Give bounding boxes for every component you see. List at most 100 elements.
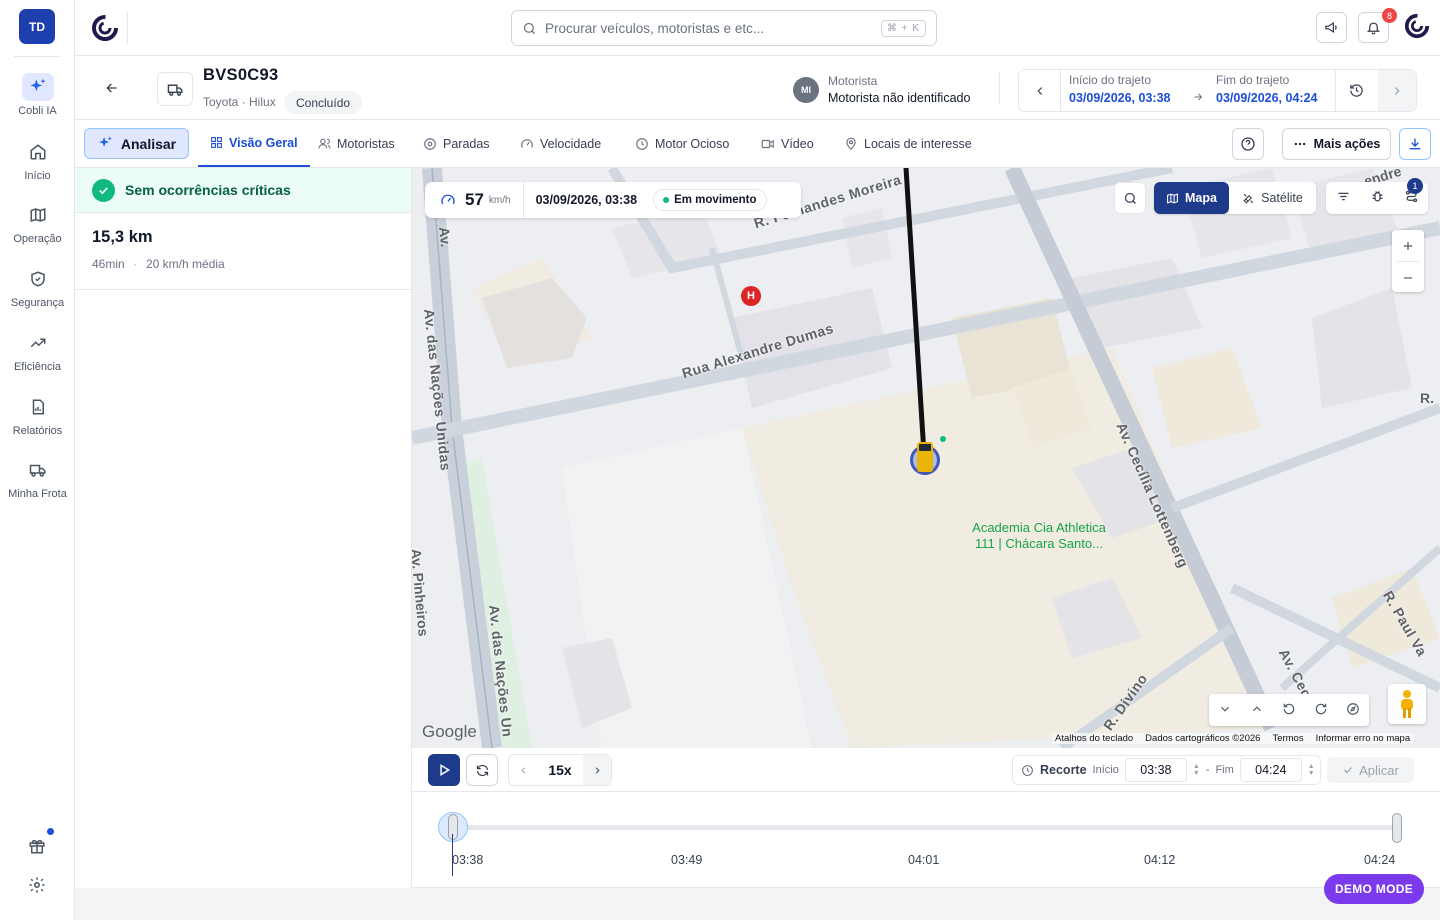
tab-visao-geral[interactable]: Visão Geral bbox=[198, 120, 310, 167]
sidebar-item-relatorios[interactable]: Relatórios bbox=[0, 393, 75, 445]
satellite-mode-label: Satélite bbox=[1261, 191, 1303, 205]
hospital-marker[interactable]: H bbox=[745, 288, 757, 304]
sparkles-icon bbox=[21, 73, 54, 101]
rotate-cw-icon bbox=[1314, 702, 1328, 716]
rotate-ccw-icon bbox=[1282, 702, 1296, 716]
rotate-right-button[interactable] bbox=[1314, 702, 1328, 719]
trip-range: Início do trajeto 03/09/2026, 03:38 Fim … bbox=[1018, 69, 1417, 112]
terms-link[interactable]: Termos bbox=[1272, 733, 1303, 744]
timeline[interactable]: 03:38 03:49 04:01 04:12 04:24 bbox=[412, 792, 1440, 888]
next-trip-button[interactable] bbox=[1378, 70, 1416, 111]
sidebar-item-minha-frota[interactable]: Minha Frota bbox=[0, 456, 75, 508]
chevron-left-icon bbox=[1033, 84, 1047, 98]
satellite-mode-button[interactable]: Satélite bbox=[1229, 182, 1316, 214]
tab-label: Locais de interesse bbox=[864, 136, 972, 151]
map-filter-button[interactable] bbox=[1336, 189, 1351, 207]
traffic-layer-button[interactable] bbox=[1370, 189, 1385, 207]
apply-button[interactable]: Aplicar bbox=[1327, 757, 1414, 783]
trip-end-value[interactable]: 03/09/2026, 04:24 bbox=[1216, 91, 1317, 105]
tab-motoristas[interactable]: Motoristas bbox=[306, 120, 407, 167]
clock-icon bbox=[635, 137, 649, 151]
avatar[interactable]: TD bbox=[19, 9, 55, 44]
camera-control bbox=[1209, 694, 1369, 726]
tab-paradas[interactable]: Paradas bbox=[411, 120, 502, 167]
tab-motor-ocioso[interactable]: Motor Ocioso bbox=[623, 120, 741, 167]
demo-mode-badge[interactable]: DEMO MODE bbox=[1324, 874, 1424, 904]
chevron-down-icon bbox=[1218, 702, 1232, 716]
search-input[interactable]: Procurar veículos, motoristas e etc... bbox=[545, 21, 873, 36]
speed-increase-button[interactable] bbox=[583, 755, 611, 785]
clip-start-spinner[interactable]: ▲ ▼ bbox=[1193, 763, 1200, 777]
clip-label: Recorte bbox=[1040, 763, 1087, 777]
help-button[interactable] bbox=[1232, 128, 1264, 160]
street-view-button[interactable] bbox=[1388, 684, 1426, 724]
global-search[interactable]: Procurar veículos, motoristas e etc... ⌘… bbox=[511, 10, 937, 46]
sidebar-item-seguranca[interactable]: Segurança bbox=[0, 265, 75, 317]
speed-decrease-button[interactable] bbox=[509, 755, 537, 785]
sidebar-item-eficiencia[interactable]: Eficiência bbox=[0, 329, 75, 381]
rotate-left-button[interactable] bbox=[1282, 702, 1296, 719]
chevron-up-icon bbox=[1250, 702, 1264, 716]
tab-locais-de-interesse[interactable]: Locais de interesse bbox=[832, 120, 984, 167]
loop-button[interactable] bbox=[466, 754, 498, 786]
sidebar-item-label: Minha Frota bbox=[8, 488, 67, 500]
settings-button[interactable] bbox=[26, 875, 48, 897]
sidebar-item-inicio[interactable]: Início bbox=[0, 138, 75, 190]
clock-icon bbox=[1021, 764, 1034, 777]
clip-end-label: Fim bbox=[1215, 764, 1234, 776]
tilt-down-button[interactable] bbox=[1218, 702, 1232, 719]
clip-end-input[interactable] bbox=[1239, 758, 1302, 782]
map-mode-button[interactable]: Mapa bbox=[1154, 182, 1229, 214]
tab-video[interactable]: Vídeo bbox=[749, 120, 826, 167]
timeline-tick-label: 04:01 bbox=[908, 853, 940, 867]
zoom-in-button[interactable] bbox=[1392, 230, 1424, 261]
analyze-button[interactable]: Analisar bbox=[84, 128, 189, 159]
driver-label: Motorista bbox=[828, 74, 878, 88]
vehicle-model: Toyota · Hilux bbox=[203, 95, 276, 109]
map-mode-label: Mapa bbox=[1185, 191, 1217, 205]
timeline-end-handle[interactable] bbox=[1392, 813, 1402, 843]
previous-trip-button[interactable] bbox=[1019, 70, 1061, 111]
shield-icon bbox=[22, 265, 54, 293]
download-button[interactable] bbox=[1399, 128, 1431, 160]
tab-velocidade[interactable]: Velocidade bbox=[508, 120, 613, 167]
announcements-button[interactable] bbox=[1316, 12, 1347, 43]
timeline-start-handle[interactable] bbox=[438, 812, 468, 842]
trip-start-value[interactable]: 03/09/2026, 03:38 bbox=[1069, 91, 1170, 105]
map-view[interactable]: R. Fernandes Moreira Rua Alexandre Dumas… bbox=[412, 168, 1440, 748]
speedometer-icon bbox=[520, 137, 534, 151]
clip-start-input[interactable] bbox=[1124, 758, 1187, 782]
company-logo-icon[interactable] bbox=[1404, 13, 1430, 41]
playback-speed-stepper: 15x bbox=[508, 754, 612, 786]
sidebar-item-cobli-ia[interactable]: Cobli IA bbox=[0, 73, 75, 125]
zoom-out-button[interactable] bbox=[1392, 262, 1424, 293]
map-search-button[interactable] bbox=[1114, 182, 1146, 214]
poi-label[interactable]: Academia Cia Athletica 111 | Chácara San… bbox=[949, 520, 1129, 552]
tab-label: Visão Geral bbox=[229, 135, 298, 150]
sidebar-item-label: Relatórios bbox=[12, 425, 63, 437]
play-button[interactable] bbox=[428, 754, 460, 786]
tab-label: Motor Ocioso bbox=[655, 136, 730, 151]
timeline-track[interactable] bbox=[452, 825, 1398, 830]
more-actions-button[interactable]: Mais ações bbox=[1282, 128, 1391, 160]
history-button[interactable] bbox=[1335, 70, 1377, 111]
compass-button[interactable] bbox=[1346, 702, 1360, 719]
sidebar-divider bbox=[14, 56, 60, 57]
topbar: Procurar veículos, motoristas e etc... ⌘… bbox=[75, 0, 1440, 56]
history-icon bbox=[1349, 83, 1364, 98]
cobli-logo-icon[interactable] bbox=[91, 14, 119, 42]
street-label: Av. bbox=[436, 226, 455, 248]
map-pin-icon bbox=[844, 137, 858, 151]
divider bbox=[75, 289, 411, 290]
back-button[interactable] bbox=[101, 78, 123, 100]
pegman-icon bbox=[1398, 689, 1416, 719]
apply-label: Aplicar bbox=[1359, 762, 1399, 778]
compass-icon bbox=[1346, 702, 1360, 716]
gift-button[interactable] bbox=[26, 836, 48, 858]
tilt-up-button[interactable] bbox=[1250, 702, 1264, 719]
report-map-error-link[interactable]: Informar erro no mapa bbox=[1316, 733, 1411, 744]
sidebar-item-operacao[interactable]: Operação bbox=[0, 201, 75, 253]
keyboard-shortcuts-link[interactable]: Atalhos do teclado bbox=[1055, 733, 1133, 744]
clip-end-spinner[interactable]: ▲ ▼ bbox=[1308, 763, 1315, 777]
chevron-right-icon bbox=[592, 765, 603, 776]
